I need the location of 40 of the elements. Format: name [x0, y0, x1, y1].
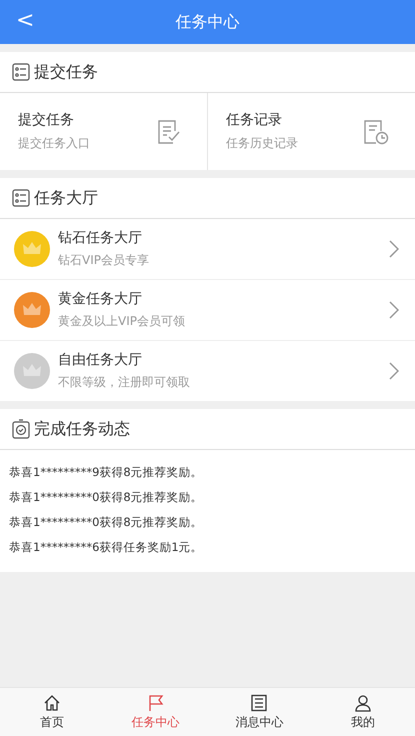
hall-title: 钻石任务大厅: [58, 229, 143, 247]
document-clock-icon: [363, 118, 389, 144]
task-card[interactable]: 任务记录 任务历史记录: [207, 93, 415, 170]
card-subtitle: 任务历史记录: [226, 135, 298, 152]
tab-item[interactable]: 消息中心: [208, 688, 312, 736]
hall-row[interactable]: 黄金任务大厅 黄金及以上VIP会员可领: [0, 280, 415, 341]
chevron-right-icon: [389, 240, 399, 258]
tab-item[interactable]: 我的: [311, 688, 415, 736]
hall-row[interactable]: 自由任务大厅 不限等级，注册即可领取: [0, 341, 415, 401]
section-title: 任务大厅: [34, 188, 98, 208]
chevron-right-icon: [389, 301, 399, 319]
hall-title: 黄金任务大厅: [58, 290, 143, 308]
tab-item[interactable]: 任务中心: [104, 688, 208, 736]
checklist-icon: [12, 63, 30, 81]
feed-message: 恭喜1*********6获得任务奖励1元。: [9, 539, 204, 556]
page-title: 任务中心: [176, 12, 240, 32]
feed-message: 恭喜1*********0获得8元推荐奖励。: [9, 514, 204, 531]
user-icon: [354, 694, 372, 712]
home-icon: [42, 694, 61, 712]
card-subtitle: 提交任务入口: [18, 135, 90, 152]
checklist-icon: [12, 189, 30, 207]
hall-row[interactable]: 钻石任务大厅 钻石VIP会员专享: [0, 219, 415, 280]
tab-item[interactable]: 首页: [0, 688, 104, 736]
hall-title: 自由任务大厅: [58, 351, 143, 369]
feed-message: 恭喜1*********9获得8元推荐奖励。: [9, 464, 204, 481]
flag-icon: [146, 694, 165, 712]
chevron-right-icon: [389, 362, 399, 380]
card-title: 提交任务: [18, 111, 75, 129]
back-button[interactable]: <: [10, 6, 40, 35]
hall-subtitle: 黄金及以上VIP会员可领: [58, 313, 186, 330]
stopwatch-icon: [12, 419, 30, 439]
section-title: 完成任务动态: [34, 418, 130, 440]
section-title: 提交任务: [34, 62, 98, 82]
hall-subtitle: 钻石VIP会员专享: [58, 252, 150, 269]
task-card[interactable]: 提交任务 提交任务入口: [0, 93, 207, 170]
feed-message: 恭喜1*********0获得8元推荐奖励。: [9, 489, 204, 506]
card-title: 任务记录: [226, 111, 283, 129]
document-check-icon: [157, 118, 181, 144]
hall-subtitle: 不限等级，注册即可领取: [58, 374, 191, 391]
list-icon: [250, 694, 268, 712]
